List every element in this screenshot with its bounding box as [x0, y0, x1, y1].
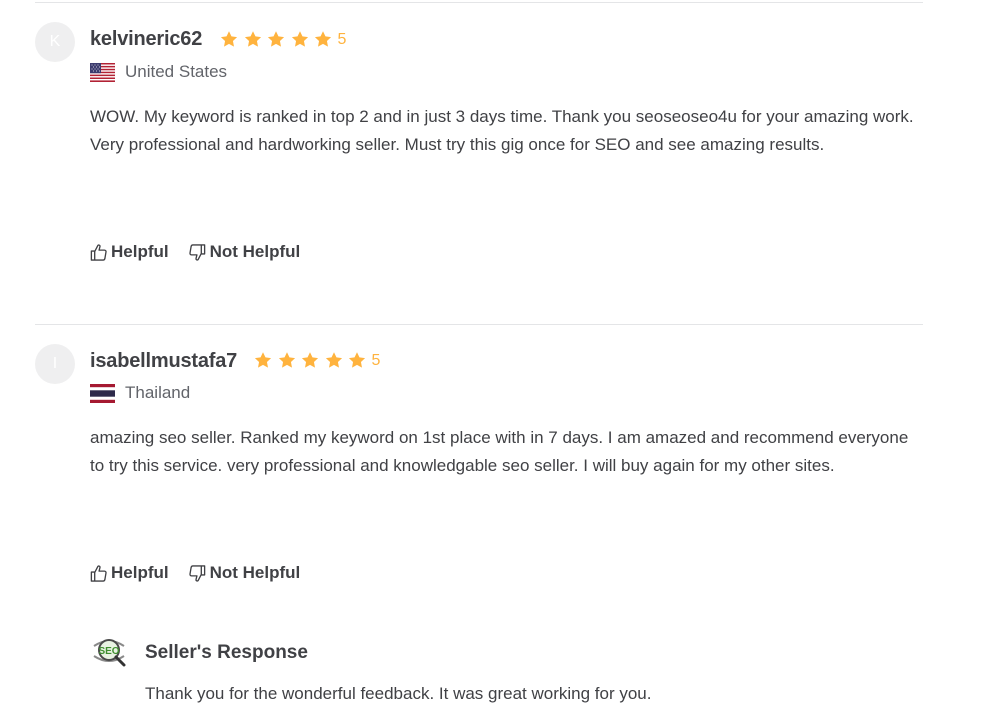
star-icon [347, 351, 367, 370]
review-text: amazing seo seller. Ranked my keyword on… [90, 428, 909, 475]
not-helpful-label: Not Helpful [209, 242, 301, 261]
not-helpful-button[interactable]: Not Helpful [188, 242, 301, 262]
reviewer-username[interactable]: kelvineric62 [90, 28, 202, 51]
star-icon [253, 351, 273, 370]
avatar-initial: K [49, 33, 61, 50]
reviewer-country: United States [90, 62, 227, 82]
review-text: WOW. My keyword is ranked in top 2 and i… [90, 107, 914, 154]
avatar[interactable]: I [35, 344, 75, 384]
star-rating: 5 [219, 30, 346, 49]
review-item: K kelvineric62 5 United States WOW. My k… [35, 22, 923, 282]
star-icon [313, 30, 333, 49]
thumbs-up-icon [89, 243, 108, 262]
thumbs-up-icon [89, 564, 108, 583]
reviewer-username[interactable]: isabellmustafa7 [90, 350, 237, 373]
reviewer-country: Thailand [90, 383, 190, 403]
country-name: United States [125, 62, 228, 81]
star-icon [324, 351, 344, 370]
helpful-button[interactable]: Helpful [89, 242, 169, 262]
rating-value: 5 [371, 351, 381, 369]
svg-text:SEO: SEO [98, 646, 119, 657]
star-rating: 5 [253, 351, 380, 370]
helpful-label: Helpful [111, 563, 169, 582]
avatar-initial: I [52, 355, 58, 372]
country-name: Thailand [125, 383, 191, 402]
review-actions: Helpful Not Helpful [89, 563, 319, 583]
star-icon [243, 30, 263, 49]
star-icon [300, 351, 320, 370]
avatar[interactable]: K [35, 22, 75, 62]
thailand-flag-icon [90, 383, 115, 403]
star-icon [219, 30, 239, 49]
star-icon [266, 30, 286, 49]
seller-logo: SEO [93, 639, 126, 667]
review-divider [35, 324, 923, 325]
not-helpful-label: Not Helpful [209, 563, 301, 582]
thumbs-down-icon [188, 243, 207, 262]
thumbs-down-icon [188, 564, 207, 583]
rating-value: 5 [337, 30, 347, 48]
review-actions: Helpful Not Helpful [89, 242, 319, 262]
seller-response-text: Thank you for the wonderful feedback. It… [145, 684, 652, 703]
star-icon [290, 30, 310, 49]
not-helpful-button[interactable]: Not Helpful [188, 563, 301, 583]
us-flag-icon [90, 62, 115, 82]
seller-response-title: Seller's Response [145, 642, 308, 663]
helpful-label: Helpful [111, 242, 169, 261]
star-icon [277, 351, 297, 370]
review-item: I isabellmustafa7 5 Thailand amazing seo… [35, 344, 923, 604]
top-divider [35, 2, 923, 3]
helpful-button[interactable]: Helpful [89, 563, 169, 583]
